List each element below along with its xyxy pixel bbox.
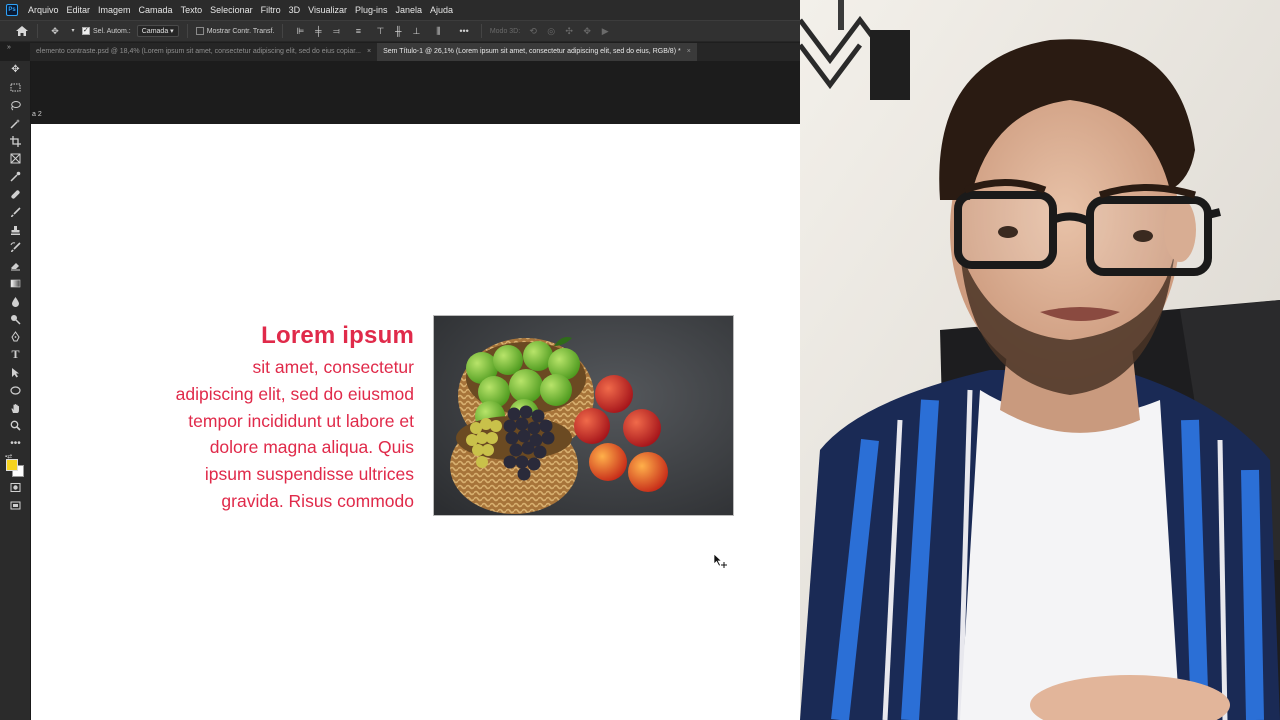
distribute-v-icon[interactable]: ⫼: [433, 26, 443, 36]
gradient-tool-icon[interactable]: [0, 275, 31, 293]
menu-ajuda[interactable]: Ajuda: [426, 5, 457, 15]
type-tool-icon[interactable]: T: [0, 346, 31, 364]
ellipse-tool-icon[interactable]: [0, 381, 31, 399]
divider: [480, 24, 482, 38]
webcam-overlay: [800, 0, 1280, 720]
eyedropper-tool-icon[interactable]: [0, 168, 31, 186]
move-tool-icon[interactable]: ✥: [0, 61, 31, 79]
menu-arquivo[interactable]: Arquivo: [24, 5, 63, 15]
clone-stamp-tool-icon[interactable]: [0, 221, 31, 239]
menu-visualizar[interactable]: Visualizar: [304, 5, 351, 15]
tab-sem-titulo-1[interactable]: Sem Título-1 @ 26,1% (Lorem ipsum sit am…: [377, 43, 697, 61]
ad-title[interactable]: Lorem ipsum: [261, 322, 414, 350]
tools-panel: ✥ T ••• ▪⇄: [0, 61, 31, 720]
chevron-down-icon[interactable]: ▾: [68, 26, 78, 36]
more-tools-icon[interactable]: •••: [0, 435, 31, 453]
divider: [186, 24, 188, 38]
align-left-icon[interactable]: ⊫: [295, 26, 305, 36]
menu-camada[interactable]: Camada: [135, 5, 177, 15]
tab-label: elemento contraste.psd @ 18,4% (Lorem ip…: [36, 48, 361, 55]
move-cursor-icon: [713, 553, 727, 568]
auto-select-value: Camada: [141, 28, 169, 35]
frame-tool-icon[interactable]: [0, 150, 31, 168]
collapse-panel-icon[interactable]: »: [7, 44, 11, 51]
magic-wand-tool-icon[interactable]: [0, 114, 31, 132]
menu-texto[interactable]: Texto: [177, 5, 207, 15]
menu-bar: Ps Arquivo Editar Imagem Camada Texto Se…: [0, 0, 800, 20]
fruit-basket-photo[interactable]: [433, 315, 734, 516]
distribute-h-icon[interactable]: ≡: [353, 26, 363, 36]
roll-3d-icon[interactable]: ◎: [546, 26, 556, 36]
photoshop-logo: Ps: [6, 4, 18, 16]
history-brush-tool-icon[interactable]: [0, 239, 31, 257]
auto-select-dropdown[interactable]: Camada ▾: [136, 25, 179, 37]
slide-3d-icon[interactable]: ✥: [582, 26, 592, 36]
ad-body-line: tempor incididunt ut labore et: [188, 410, 414, 431]
pen-tool-icon[interactable]: [0, 328, 31, 346]
document-tabs: elemento contraste.psd @ 18,4% (Lorem ip…: [30, 43, 800, 61]
menu-3d[interactable]: 3D: [285, 5, 305, 15]
hand-tool-icon[interactable]: [0, 399, 31, 417]
orbit-3d-icon[interactable]: ⟲: [528, 26, 538, 36]
photoshop-window: Ps Arquivo Editar Imagem Camada Texto Se…: [0, 0, 800, 720]
scale-3d-icon[interactable]: ▶: [600, 26, 610, 36]
close-icon[interactable]: ×: [367, 43, 371, 61]
healing-brush-tool-icon[interactable]: [0, 186, 31, 204]
ad-body-line: dolore magna aliqua. Quis: [209, 437, 414, 458]
panel-label: a 2: [32, 111, 42, 118]
more-options-icon[interactable]: •••: [459, 26, 468, 36]
divider: [282, 24, 284, 38]
dodge-tool-icon[interactable]: [0, 310, 31, 328]
marquee-tool-icon[interactable]: [0, 79, 31, 97]
quick-mask-icon[interactable]: [0, 479, 31, 497]
tab-label: Sem Título-1 @ 26,1% (Lorem ipsum sit am…: [383, 48, 681, 55]
foreground-color-swatch[interactable]: [6, 458, 18, 471]
zoom-tool-icon[interactable]: [0, 417, 31, 435]
move-tool-icon[interactable]: ✥: [50, 26, 60, 36]
ad-body-text[interactable]: sit amet, consectetur adipiscing elit, s…: [114, 354, 414, 515]
pan-3d-icon[interactable]: ✣: [564, 26, 574, 36]
auto-select-label: Sel. Autom.:: [93, 27, 131, 35]
menu-imagem[interactable]: Imagem: [94, 5, 135, 15]
show-transform-label: Mostrar Contr. Transf.: [206, 27, 275, 35]
menu-plugins[interactable]: Plug-ins: [351, 5, 392, 15]
document-canvas[interactable]: Lorem ipsum sit amet, consectetur adipis…: [31, 124, 800, 720]
crop-tool-icon[interactable]: [0, 132, 31, 150]
align-center-h-icon[interactable]: ╪: [313, 26, 323, 36]
ad-body-line: adipiscing elit, sed do eiusmod: [175, 383, 414, 404]
close-icon[interactable]: ×: [687, 43, 691, 61]
align-right-icon[interactable]: ⫤: [331, 26, 341, 36]
show-transform-checkbox[interactable]: [195, 27, 204, 35]
menu-filtro[interactable]: Filtro: [257, 5, 285, 15]
path-selection-tool-icon[interactable]: [0, 364, 31, 382]
screen-mode-icon[interactable]: [0, 496, 31, 514]
blur-tool-icon[interactable]: [0, 292, 31, 310]
lasso-tool-icon[interactable]: [0, 97, 31, 115]
eraser-tool-icon[interactable]: [0, 257, 31, 275]
mode-3d-label: Modo 3D:: [489, 27, 521, 35]
ad-body-line: sit amet, consectetur: [252, 357, 414, 377]
brush-tool-icon[interactable]: [0, 203, 31, 221]
auto-select-checkbox[interactable]: [82, 26, 90, 35]
tab-elemento-contraste[interactable]: elemento contraste.psd @ 18,4% (Lorem ip…: [30, 43, 377, 61]
align-middle-v-icon[interactable]: ╫: [393, 26, 403, 36]
home-icon[interactable]: [15, 25, 29, 37]
align-bottom-icon[interactable]: ⊥: [411, 26, 421, 36]
menu-editar[interactable]: Editar: [63, 5, 95, 15]
presenter-video: [800, 0, 1280, 720]
ad-body-line: gravida. Risus commodo: [221, 490, 414, 511]
ad-body-line: ipsum suspendisse ultrices: [204, 464, 414, 485]
color-swatches[interactable]: ▪⇄: [0, 453, 31, 479]
divider: [37, 24, 38, 38]
menu-selecionar[interactable]: Selecionar: [206, 5, 257, 15]
menu-janela[interactable]: Janela: [392, 5, 427, 15]
align-top-icon[interactable]: ⊤: [375, 26, 385, 36]
options-bar: ✥ ▾ Sel. Autom.: Camada ▾ Mostrar Contr.…: [0, 20, 800, 42]
